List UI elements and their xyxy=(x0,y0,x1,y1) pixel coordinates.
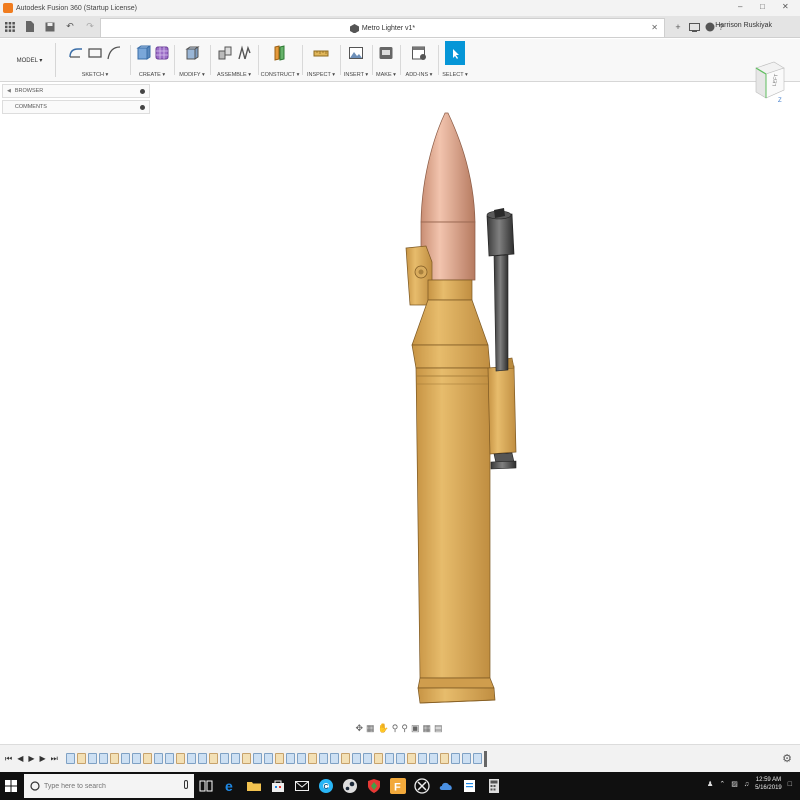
mail-icon[interactable] xyxy=(294,778,310,794)
play-icon[interactable]: ▶ xyxy=(28,754,34,763)
folder-icon[interactable] xyxy=(246,778,262,794)
timeline-feature[interactable] xyxy=(197,753,207,764)
timeline-feature[interactable] xyxy=(109,753,119,764)
clock-date: 5/16/2019 xyxy=(755,785,782,791)
timeline-feature[interactable] xyxy=(329,753,339,764)
clock-time: 12:59 AM xyxy=(755,777,782,783)
timeline-feature[interactable] xyxy=(142,753,152,764)
side-clip[interactable] xyxy=(487,357,517,455)
timeline-feature[interactable] xyxy=(208,753,218,764)
shield-app-icon[interactable] xyxy=(366,778,382,794)
search-icon xyxy=(30,781,40,791)
timeline-feature[interactable] xyxy=(395,753,405,764)
timeline-feature[interactable] xyxy=(472,753,482,764)
timeline-feature[interactable] xyxy=(175,753,185,764)
svg-text:e: e xyxy=(225,778,233,794)
timeline-feature[interactable] xyxy=(362,753,372,764)
orbit-icon[interactable]: ✥ xyxy=(355,723,363,734)
timeline-settings-gear-icon[interactable]: ⚙ xyxy=(782,752,792,765)
step-back-icon[interactable]: ◀ xyxy=(17,754,23,763)
go-to-start-icon[interactable]: ⏮ xyxy=(5,754,12,764)
timeline-marker[interactable] xyxy=(483,750,487,767)
chrome-icon[interactable]: C xyxy=(318,778,334,794)
timeline-feature[interactable] xyxy=(439,753,449,764)
timeline-features xyxy=(65,753,482,764)
cloud-icon[interactable] xyxy=(438,778,454,794)
go-to-end-icon[interactable]: ⏭ xyxy=(51,754,58,764)
timeline-feature[interactable] xyxy=(428,753,438,764)
zoom-icon[interactable]: ⚲ xyxy=(392,723,399,734)
timeline-feature[interactable] xyxy=(153,753,163,764)
fusion360-window: Autodesk Fusion 360 (Startup License) – … xyxy=(0,0,800,800)
taskbar-search-input[interactable] xyxy=(44,782,174,790)
timeline-feature[interactable] xyxy=(307,753,317,764)
fusion-icon[interactable]: F xyxy=(390,778,406,794)
timeline-feature[interactable] xyxy=(318,753,328,764)
timeline-feature[interactable] xyxy=(274,753,284,764)
navigation-bar: ✥ ▦ ✋ ⚲ ⚲ ▣ ▦ ▤ xyxy=(335,720,463,736)
svg-text:F: F xyxy=(394,782,401,794)
timeline-feature[interactable] xyxy=(98,753,108,764)
xbox-icon[interactable] xyxy=(414,778,430,794)
timeline-feature[interactable] xyxy=(340,753,350,764)
steam-icon[interactable] xyxy=(342,778,358,794)
pan-icon[interactable]: ✋ xyxy=(378,723,389,734)
timeline-feature[interactable] xyxy=(131,753,141,764)
display-icon[interactable]: ▣ xyxy=(411,723,420,734)
system-tray: ♟ ⌃ ▨ ♫ 12:59 AM 5/16/2019 □ xyxy=(707,776,792,792)
timeline-feature[interactable] xyxy=(384,753,394,764)
timeline-feature[interactable] xyxy=(76,753,86,764)
timeline-feature[interactable] xyxy=(351,753,361,764)
timeline: ⏮ ◀ ▶ ▶ ⏭ ⚙ xyxy=(0,744,800,772)
model-viewport[interactable] xyxy=(0,0,800,800)
timeline-feature[interactable] xyxy=(164,753,174,764)
timeline-feature[interactable] xyxy=(450,753,460,764)
timeline-feature[interactable] xyxy=(296,753,306,764)
store-icon[interactable] xyxy=(270,778,286,794)
timeline-feature[interactable] xyxy=(241,753,251,764)
timeline-feature[interactable] xyxy=(373,753,383,764)
network-icon[interactable]: ▨ xyxy=(731,780,738,788)
timeline-feature[interactable] xyxy=(65,753,75,764)
microphone-icon[interactable] xyxy=(184,780,188,789)
windows-start-icon[interactable] xyxy=(0,772,22,800)
document-icon[interactable] xyxy=(462,778,478,794)
windows-taskbar: e C F ♟ ⌃ ▨ ♫ 12:59 AM 5/16/2019 □ xyxy=(0,772,800,800)
viewports-icon[interactable]: ▤ xyxy=(434,723,443,734)
timeline-feature[interactable] xyxy=(461,753,471,764)
timeline-feature[interactable] xyxy=(285,753,295,764)
casing-rim[interactable] xyxy=(417,677,496,704)
timeline-feature[interactable] xyxy=(263,753,273,764)
people-icon[interactable]: ♟ xyxy=(707,780,713,788)
action-center-icon[interactable]: □ xyxy=(788,781,792,788)
timeline-feature[interactable] xyxy=(417,753,427,764)
timeline-feature[interactable] xyxy=(219,753,229,764)
timeline-feature[interactable] xyxy=(186,753,196,764)
fit-icon[interactable]: ⚲ xyxy=(401,723,408,734)
timeline-feature[interactable] xyxy=(120,753,130,764)
taskbar-search-box[interactable] xyxy=(24,774,194,798)
timeline-feature[interactable] xyxy=(230,753,240,764)
svg-text:C: C xyxy=(324,784,329,791)
volume-icon[interactable]: ♫ xyxy=(744,781,749,788)
timeline-feature[interactable] xyxy=(406,753,416,764)
grid-settings-icon[interactable]: ▦ xyxy=(422,723,431,734)
look-at-icon[interactable]: ▦ xyxy=(366,723,375,734)
edge-icon[interactable]: e xyxy=(222,778,238,794)
timeline-feature[interactable] xyxy=(252,753,262,764)
calculator-icon[interactable] xyxy=(486,778,502,794)
timeline-feature[interactable] xyxy=(87,753,97,764)
step-forward-icon[interactable]: ▶ xyxy=(40,754,46,763)
tray-expand-icon[interactable]: ⌃ xyxy=(719,780,725,788)
task-view-icon[interactable] xyxy=(198,778,214,794)
clock[interactable]: 12:59 AM 5/16/2019 xyxy=(755,776,782,792)
casing-body[interactable] xyxy=(415,367,491,679)
